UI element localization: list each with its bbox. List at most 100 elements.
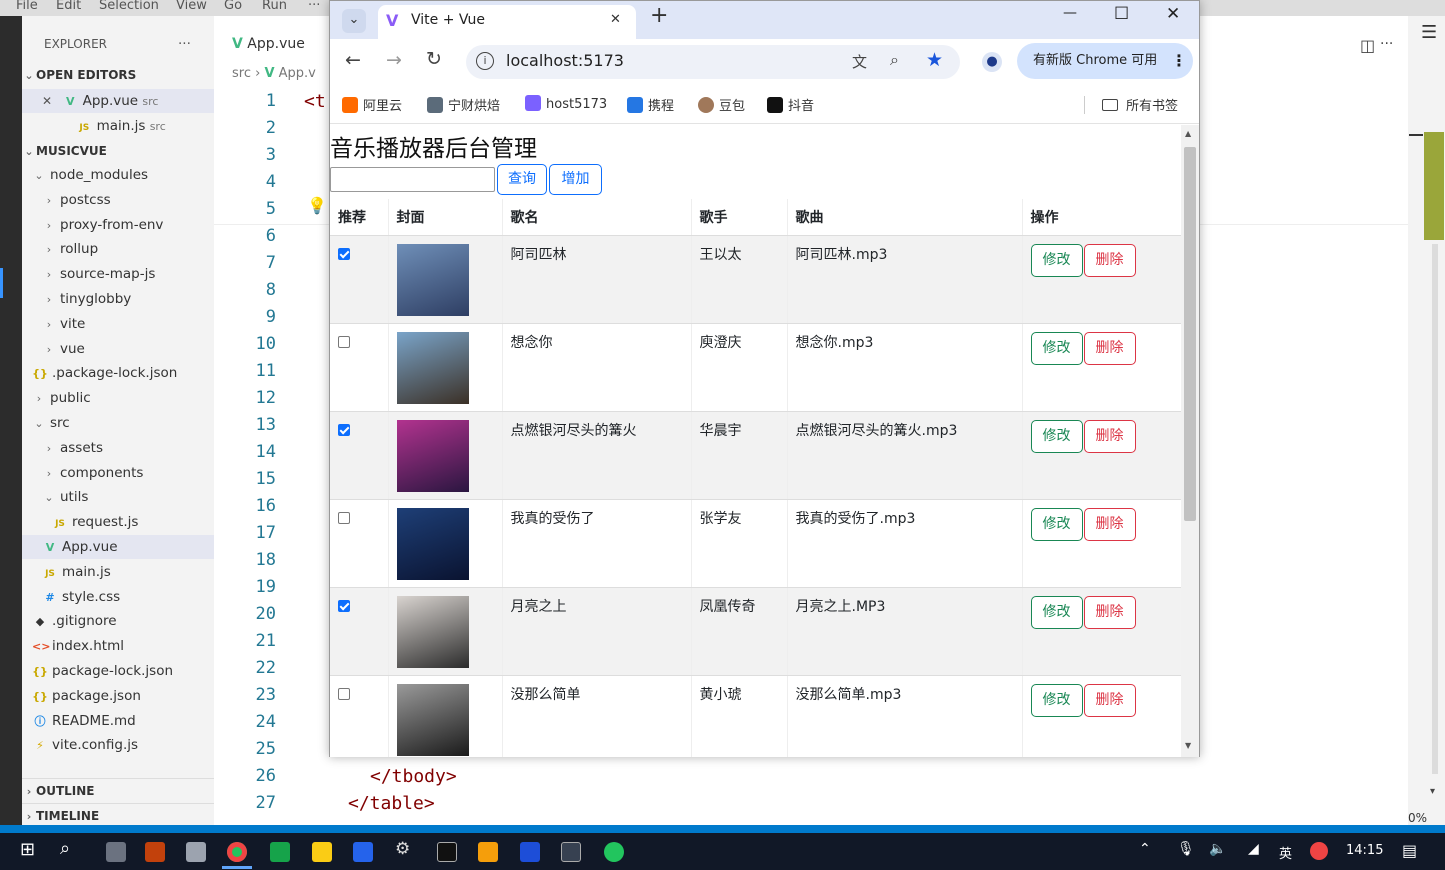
delete-button[interactable]: 删除	[1083, 243, 1136, 277]
app-icon-11[interactable]	[520, 842, 540, 862]
menu-file[interactable]: File	[16, 0, 38, 13]
tree-item[interactable]: › source-map-js	[22, 262, 214, 286]
bookmark-douyin[interactable]: 抖音	[767, 95, 814, 114]
kebab-menu-icon[interactable]: ⋮	[1171, 43, 1187, 79]
tree-item[interactable]: ⚡ vite.config.js	[22, 733, 214, 757]
edit-button[interactable]: 修改	[1030, 419, 1083, 453]
tree-item[interactable]: › components	[22, 461, 214, 485]
bookmark-ningcai[interactable]: 宁财烘焙	[427, 95, 500, 114]
taskbar-clock[interactable]: 14:15	[1346, 843, 1383, 858]
browser-tab[interactable]: V Vite + Vue ✕	[378, 5, 636, 39]
delete-button[interactable]: 删除	[1083, 507, 1136, 541]
mic-icon[interactable]: 🎙	[1177, 841, 1195, 857]
app-icon-3[interactable]	[186, 842, 206, 862]
tree-item[interactable]: › vite	[22, 312, 214, 336]
code-line-1[interactable]: <t	[304, 91, 326, 112]
delete-button[interactable]: 删除	[1083, 683, 1136, 717]
bookmark-aliyun[interactable]: 阿里云	[342, 95, 402, 114]
notification-icon[interactable]: ▤	[1402, 841, 1417, 860]
site-info-icon[interactable]: i	[476, 52, 494, 70]
tree-item[interactable]: › vue	[22, 337, 214, 361]
tree-item[interactable]: JS request.js	[22, 510, 214, 534]
menu-selection[interactable]: Selection	[99, 0, 159, 13]
scroll-down-icon[interactable]: ▼	[1185, 741, 1191, 750]
menu-icon[interactable]: ☰	[1421, 22, 1437, 43]
tree-item[interactable]: › assets	[22, 436, 214, 460]
ime-indicator[interactable]: 英	[1279, 843, 1292, 862]
page-scrollbar[interactable]: ▲ ▼	[1181, 125, 1199, 757]
tree-item[interactable]: › proxy-from-env	[22, 213, 214, 237]
menu-edit[interactable]: Edit	[56, 0, 81, 13]
recommend-checkbox[interactable]	[338, 599, 350, 612]
tree-item[interactable]: V App.vue	[22, 535, 214, 559]
windows-start-icon[interactable]: ⊞	[20, 839, 40, 860]
timeline-header[interactable]: › TIMELINE	[22, 803, 214, 827]
menu-view[interactable]: View	[176, 0, 207, 13]
delete-button[interactable]: 删除	[1083, 419, 1136, 453]
code-line-26[interactable]: </tbody>	[370, 766, 457, 787]
app-icon-10[interactable]	[478, 842, 498, 862]
tree-item[interactable]: ⓘ README.md	[22, 709, 214, 733]
delete-button[interactable]: 删除	[1083, 595, 1136, 629]
tree-item[interactable]: JS main.js	[22, 560, 214, 584]
menu-run[interactable]: Run	[262, 0, 287, 13]
bookmark-host5173[interactable]: host5173	[525, 95, 607, 112]
search-icon[interactable]: ⌕	[60, 838, 80, 859]
minimize-button[interactable]: —	[1063, 5, 1077, 21]
open-editor-main-js[interactable]: JS main.js src	[22, 114, 214, 138]
all-bookmarks[interactable]: 所有书签	[1102, 95, 1178, 114]
edit-button[interactable]: 修改	[1030, 331, 1083, 365]
explorer-more-icon[interactable]: ···	[178, 32, 208, 56]
tab-search-icon[interactable]: ⌄	[342, 9, 366, 33]
bookmark-star-icon[interactable]: ★	[926, 49, 943, 71]
menu-go[interactable]: Go	[224, 0, 242, 13]
editor-tab-app-vue[interactable]: V App.vue	[214, 30, 323, 58]
tree-item[interactable]: ⌄ utils	[22, 485, 214, 509]
lightbulb-icon[interactable]: 💡	[307, 196, 327, 215]
recommend-checkbox[interactable]	[338, 335, 350, 348]
tree-item[interactable]: ◆ .gitignore	[22, 609, 214, 633]
network-icon[interactable]: ◢	[1248, 841, 1259, 857]
open-editor-app-vue[interactable]: ✕ V App.vue src	[22, 89, 214, 113]
tray-chevron-icon[interactable]: ⌃	[1139, 841, 1151, 857]
tree-item[interactable]: {} .package-lock.json	[22, 361, 214, 385]
tab-close-icon[interactable]: ✕	[610, 12, 621, 27]
add-button[interactable]: 增加	[549, 164, 602, 195]
app-icon-13[interactable]	[604, 842, 624, 862]
minimap-slider[interactable]	[1424, 132, 1444, 240]
url-text[interactable]: localhost:5173	[506, 51, 624, 70]
menu-more[interactable]: ···	[308, 0, 320, 13]
address-bar[interactable]: i localhost:5173 文 ⌕ ★	[466, 45, 960, 79]
chrome-icon[interactable]	[227, 842, 247, 862]
sogou-icon[interactable]	[1310, 842, 1328, 860]
delete-button[interactable]: 删除	[1083, 331, 1136, 365]
edit-button[interactable]: 修改	[1030, 243, 1083, 277]
scrollbar-thumb[interactable]	[1184, 147, 1196, 521]
zoom-icon[interactable]: ⌕	[890, 50, 899, 70]
search-input[interactable]	[330, 167, 495, 192]
chrome-update-button[interactable]: 有新版 Chrome 可用 ⋮	[1017, 43, 1193, 79]
status-zoom[interactable]: 0%	[1408, 811, 1427, 825]
app-icon-2[interactable]	[145, 842, 165, 862]
tree-item[interactable]: › tinyglobby	[22, 287, 214, 311]
forward-icon[interactable]: →	[386, 49, 402, 71]
terminal-icon[interactable]	[437, 842, 457, 862]
more-actions-icon[interactable]: ···	[1380, 36, 1393, 52]
tree-item[interactable]: # style.css	[22, 585, 214, 609]
profile-icon[interactable]: ●	[982, 52, 1002, 72]
tree-item[interactable]: › rollup	[22, 237, 214, 261]
editor-scrollbar[interactable]	[1432, 244, 1438, 774]
settings-icon[interactable]: ⚙	[395, 839, 415, 859]
open-editors-header[interactable]: ⌄ OPEN EDITORS	[22, 63, 214, 87]
edit-button[interactable]: 修改	[1030, 683, 1083, 717]
app-icon-5[interactable]	[270, 842, 290, 862]
maximize-button[interactable]: ☐	[1114, 4, 1129, 24]
recommend-checkbox[interactable]	[338, 511, 350, 524]
close-window-button[interactable]: ✕	[1166, 4, 1180, 24]
new-tab-button[interactable]: +	[650, 3, 668, 28]
bookmark-doubao[interactable]: 豆包	[698, 95, 745, 114]
tree-item[interactable]: › public	[22, 386, 214, 410]
back-icon[interactable]: ←	[345, 49, 361, 71]
tree-item[interactable]: {} package.json	[22, 684, 214, 708]
close-icon[interactable]: ✕	[22, 89, 52, 113]
